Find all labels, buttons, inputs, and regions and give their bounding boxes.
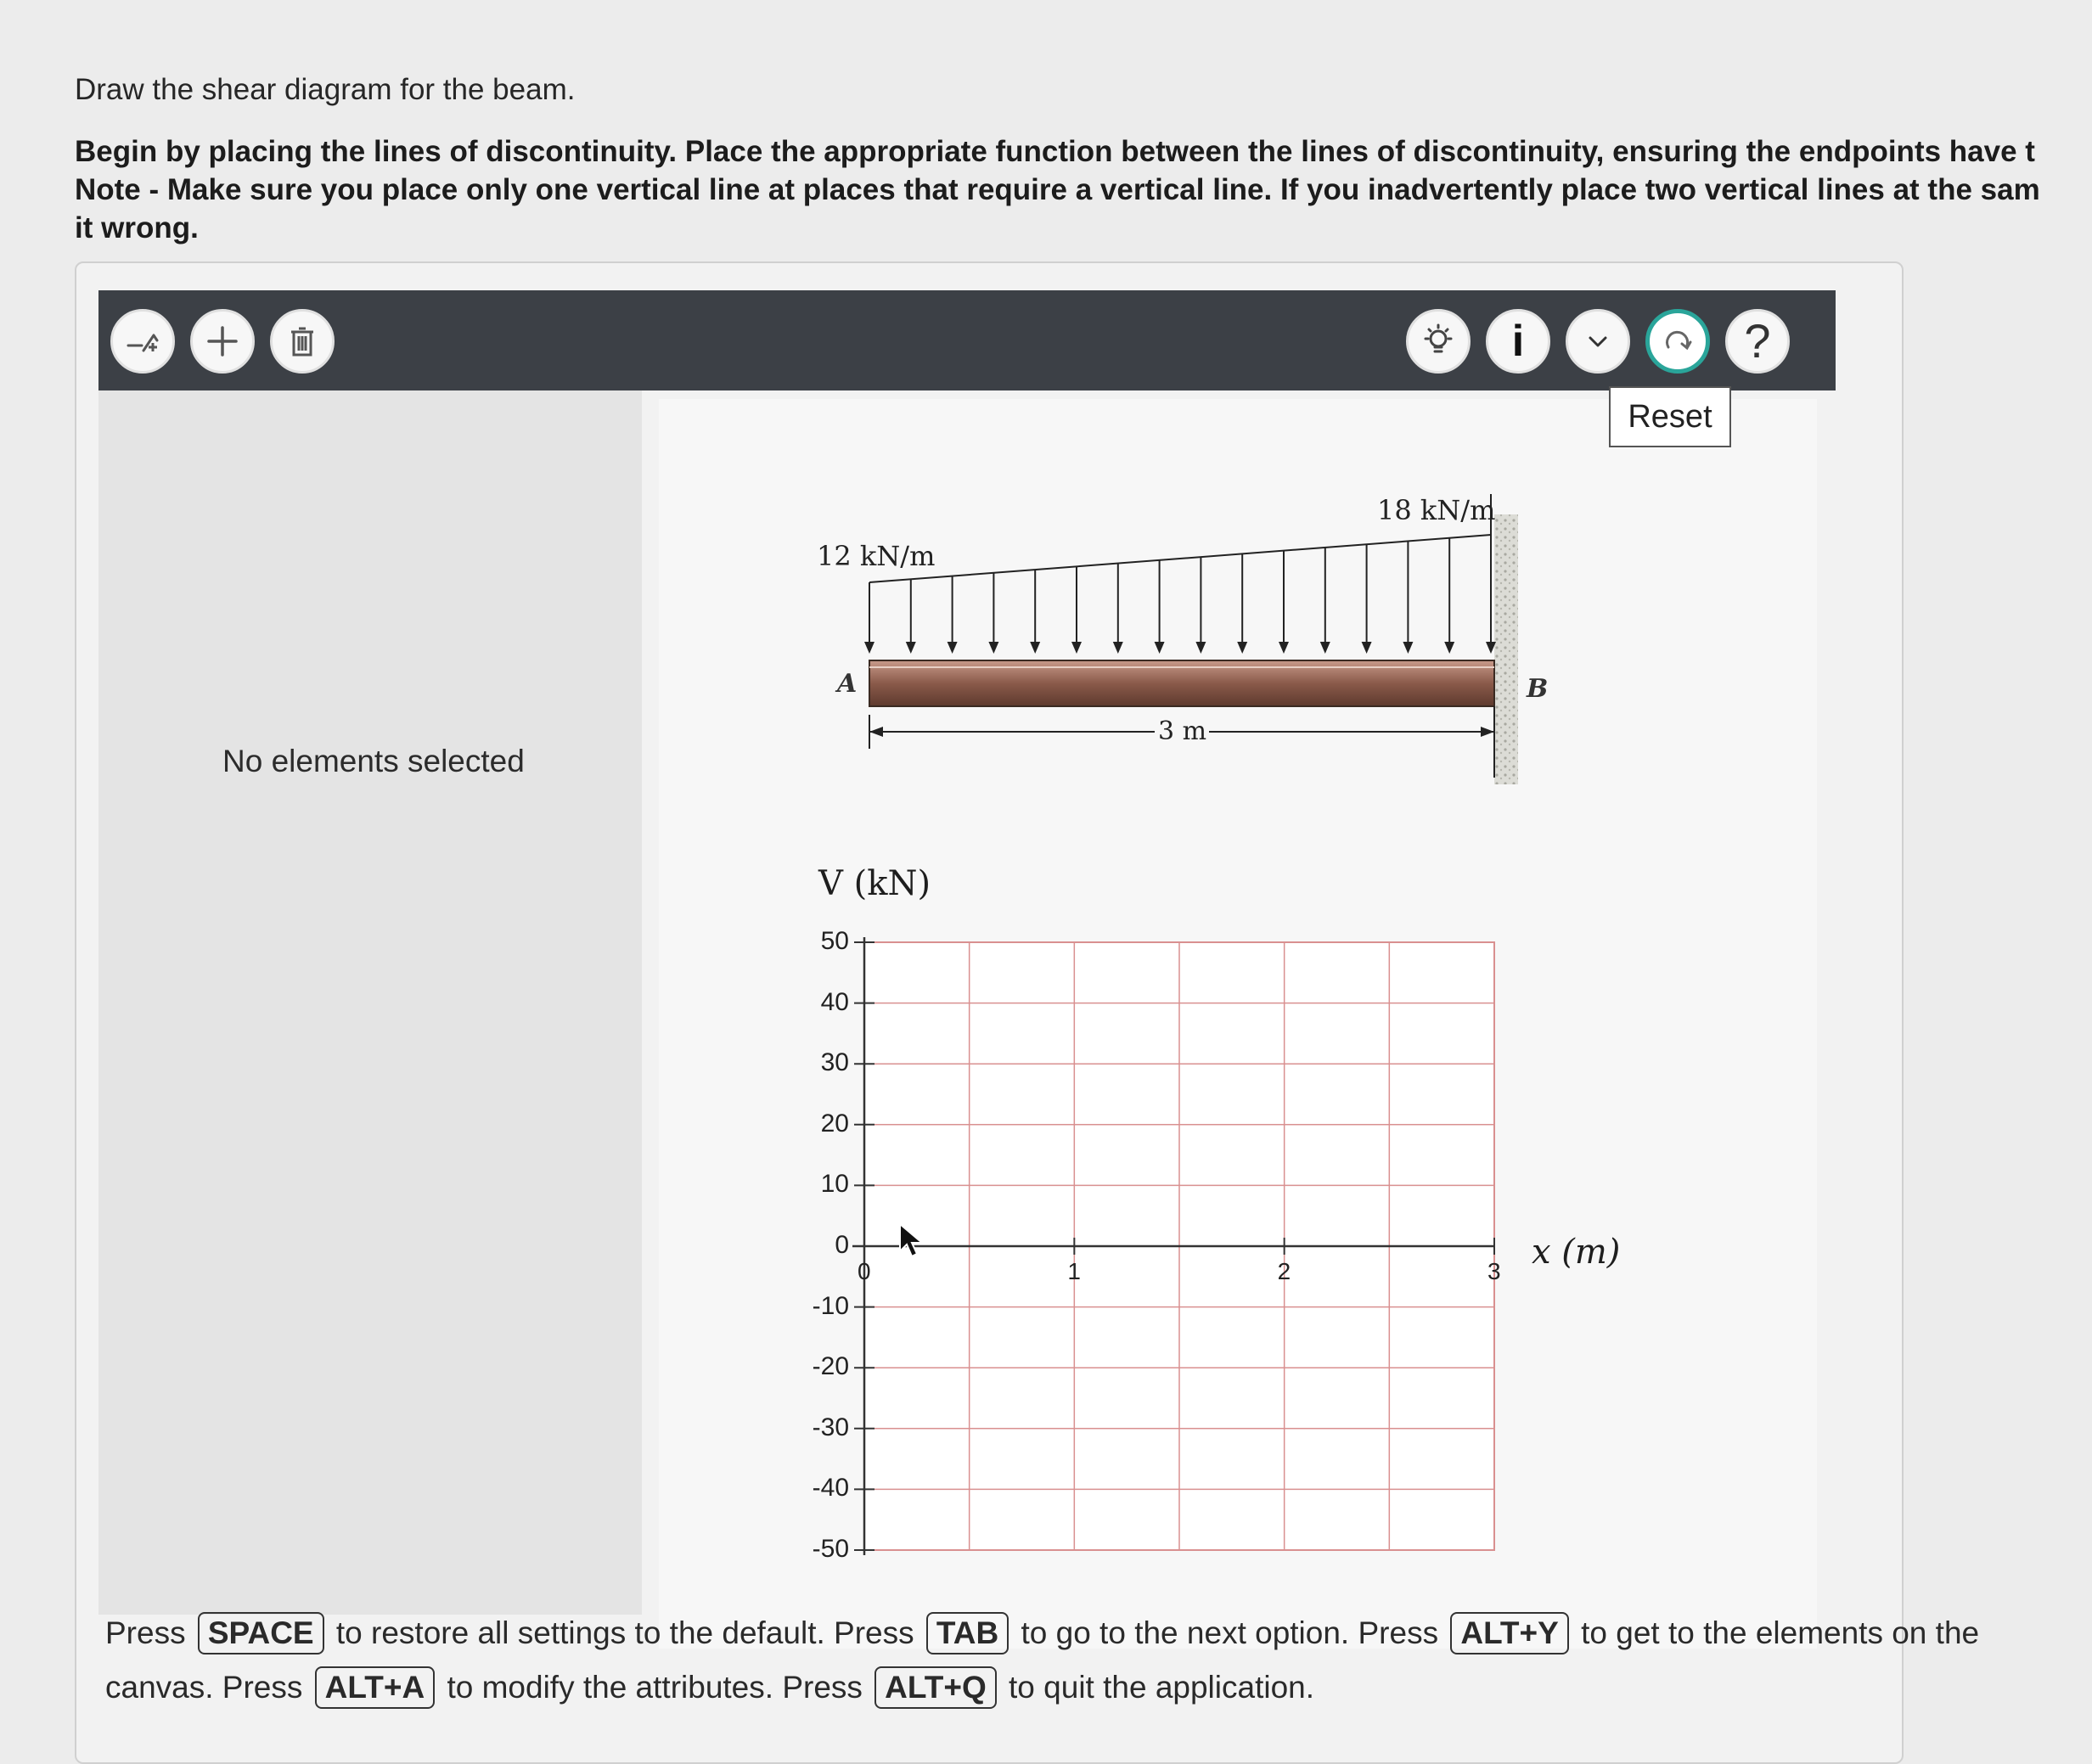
help-text-6: to quit the application. (1009, 1670, 1315, 1705)
mouse-cursor-icon (899, 1222, 925, 1258)
help-text-2: to restore all settings to the default. … (335, 1615, 914, 1650)
x-tick-label: 2 (1277, 1258, 1291, 1284)
y-tick-label: 30 (820, 1048, 849, 1077)
y-tick-label: 0 (835, 1231, 849, 1259)
x-tick-label: 0 (858, 1258, 871, 1284)
x-tick-label: 3 (1487, 1258, 1501, 1284)
keyboard-help: Press SPACE to restore all settings to t… (105, 1606, 2058, 1715)
y-tick-label: -10 (812, 1291, 849, 1320)
key-space: SPACE (197, 1612, 324, 1654)
x-tick-label: 1 (1067, 1258, 1081, 1284)
y-tick-label: -50 (812, 1535, 849, 1563)
shear-diagram-grid[interactable] (0, 0, 2092, 1613)
y-tick-label: -30 (812, 1413, 849, 1441)
key-tab: TAB (925, 1612, 1009, 1654)
key-alt-y: ALT+Y (1450, 1612, 1569, 1654)
y-tick-label: -20 (812, 1352, 849, 1381)
y-tick-label: 50 (820, 927, 849, 955)
y-tick-label: 10 (820, 1170, 849, 1199)
y-tick-label: -40 (812, 1474, 849, 1503)
y-tick-label: 20 (820, 1109, 849, 1138)
key-alt-a: ALT+A (314, 1666, 436, 1709)
y-tick-label: 40 (820, 987, 849, 1016)
help-text-5: to modify the attributes. Press (447, 1670, 863, 1705)
help-text-3: to go to the next option. Press (1021, 1615, 1439, 1650)
key-alt-q: ALT+Q (874, 1666, 997, 1709)
help-text-1: Press (105, 1615, 186, 1650)
